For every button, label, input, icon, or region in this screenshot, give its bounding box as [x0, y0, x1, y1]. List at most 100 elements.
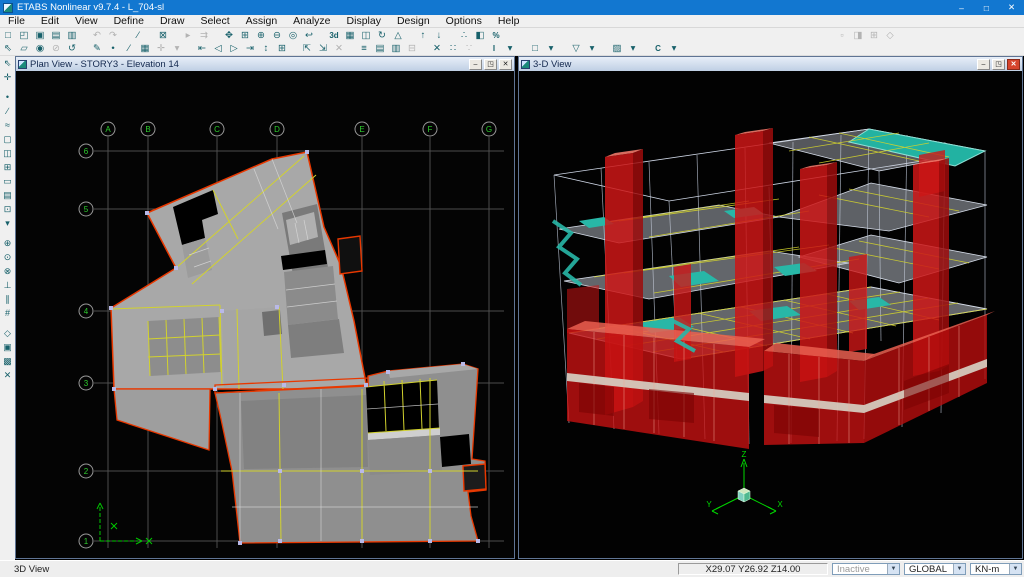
snap-midpoints-toggle[interactable]: ⊙ [1, 250, 15, 264]
quick-draw-wall-tool[interactable]: ▤ [1, 188, 15, 202]
snap-intersections-toggle[interactable]: ⊗ [1, 264, 15, 278]
frame-sections-caret[interactable]: ▾ [502, 42, 518, 55]
three-d-view-canvas[interactable]: Z Y X [519, 71, 1022, 558]
draw-curve-tool[interactable]: ≈ [1, 118, 15, 132]
plan-restore-button[interactable]: ◳ [484, 59, 497, 70]
move-down-in-list-button[interactable]: ↓ [431, 29, 447, 42]
clear-selection-button[interactable]: ⊘ [48, 42, 64, 55]
assign-column-button[interactable]: C [650, 42, 666, 55]
undo-button[interactable]: ↶ [89, 29, 105, 42]
zoom-in-button[interactable]: ⊕ [253, 29, 269, 42]
snap-perpendicular-toggle[interactable]: ⊥ [1, 278, 15, 292]
draw-rect-area-tool[interactable]: ◫ [1, 146, 15, 160]
default-3d-view-button[interactable]: 3d [326, 29, 342, 42]
show-bottom-view-button[interactable]: ⇲ [315, 42, 331, 55]
snap-joints-toggle[interactable]: ⊕ [1, 236, 15, 250]
3d-minimize-button[interactable]: – [977, 59, 990, 70]
draw-areas-button[interactable]: ▦ [137, 42, 153, 55]
plan-view-titlebar[interactable]: Plan View - STORY3 - Elevation 14 – ◳ ✕ [16, 57, 514, 72]
maximize-button[interactable]: □ [974, 0, 999, 15]
menu-item[interactable]: View [67, 15, 106, 27]
get-previous-selection-button[interactable]: ↺ [64, 42, 80, 55]
coordinate-system-dropdown[interactable]: GLOBAL ▼ [904, 563, 966, 575]
extra-tool-button[interactable]: ◇ [882, 29, 898, 42]
close-tables-button[interactable]: ⊟ [404, 42, 420, 55]
redo-button[interactable]: ↷ [105, 29, 121, 42]
previous-zoom-button[interactable]: ↩ [301, 29, 317, 42]
select-all-button[interactable]: ◉ [32, 42, 48, 55]
reshape-tool[interactable]: ✛ [1, 70, 15, 84]
restore-full-view-button[interactable]: ◎ [285, 29, 301, 42]
extra-tool-button[interactable]: ⊞ [866, 29, 882, 42]
close-views-button[interactable]: ✕ [331, 42, 347, 55]
show-output-tables-button[interactable]: ▥ [388, 42, 404, 55]
menu-item[interactable]: Draw [152, 15, 193, 27]
draw-more-tool[interactable]: ▾ [1, 216, 15, 230]
units-dropdown[interactable]: KN-m ▼ [970, 563, 1022, 575]
snap-edge-toggle[interactable]: ◇ [1, 326, 15, 340]
snap-parallel-toggle[interactable]: ∥ [1, 292, 15, 306]
area-sections-caret[interactable]: ▾ [543, 42, 559, 55]
draw-lines-button[interactable]: ∕ [121, 42, 137, 55]
plan-view-button[interactable]: ▦ [342, 29, 358, 42]
rotate-3d-view-button[interactable]: ↻ [374, 29, 390, 42]
menu-item[interactable]: Design [389, 15, 438, 27]
draw-more-button[interactable]: ▾ [169, 42, 185, 55]
pointer-tool[interactable]: ⇖ [1, 56, 15, 70]
shell-caret[interactable]: ▾ [625, 42, 641, 55]
extra-tool-button[interactable]: ▫ [834, 29, 850, 42]
snap-fine-grid-toggle[interactable]: ▣ [1, 340, 15, 354]
extra-tool-button[interactable]: ◨ [850, 29, 866, 42]
menu-item[interactable]: Define [106, 15, 152, 27]
select-poly-button[interactable]: ▱ [16, 42, 32, 55]
print-graphics-button[interactable]: ▤ [48, 29, 64, 42]
menu-item[interactable]: Options [438, 15, 490, 27]
menu-item[interactable]: Assign [238, 15, 286, 27]
draw-frame-tool[interactable]: ∕ [1, 104, 15, 118]
draw-joint-tool[interactable]: • [1, 90, 15, 104]
select-pointer-button[interactable]: ⇖ [0, 42, 16, 55]
zoom-out-button[interactable]: ⊖ [269, 29, 285, 42]
draw-point-button[interactable]: • [105, 42, 121, 55]
close-button[interactable]: ✕ [999, 0, 1024, 15]
snap-points-toggle[interactable]: ▩ [1, 354, 15, 368]
snap-grid-toggle[interactable]: # [1, 306, 15, 320]
three-d-view-titlebar[interactable]: 3-D View – ◳ ✕ [519, 57, 1022, 72]
snap-none-toggle[interactable]: ✕ [1, 368, 15, 382]
assign-frame-sections-button[interactable]: I [486, 42, 502, 55]
elevation-step-button[interactable]: ↕ [258, 42, 274, 55]
draw-area-tool[interactable]: ▢ [1, 132, 15, 146]
new-model-button[interactable]: □ [0, 29, 16, 42]
previous-story-button[interactable]: ⇤ [194, 42, 210, 55]
menu-item[interactable]: Help [490, 15, 528, 27]
move-up-in-list-button[interactable]: ↑ [415, 29, 431, 42]
pan-button[interactable]: ✥ [221, 29, 237, 42]
assign-area-sections-button[interactable]: □ [527, 42, 543, 55]
loads-caret[interactable]: ▾ [584, 42, 600, 55]
3d-close-button[interactable]: ✕ [1007, 59, 1020, 70]
3d-restore-button[interactable]: ◳ [992, 59, 1005, 70]
plan-close-button[interactable]: ✕ [499, 59, 512, 70]
next-story-button[interactable]: ⇥ [242, 42, 258, 55]
print-tables-button[interactable]: ▥ [64, 29, 80, 42]
menu-item[interactable]: File [0, 15, 33, 27]
menu-item[interactable]: Edit [33, 15, 67, 27]
show-labels-button[interactable]: % [488, 29, 504, 42]
show-tables-button[interactable]: ≡ [356, 42, 372, 55]
run-construction-sequence-button[interactable]: ⇉ [196, 29, 212, 42]
move-right-button[interactable]: ▷ [226, 42, 242, 55]
dropdown-caret-icon[interactable]: ▼ [1009, 564, 1021, 574]
edit-pencil-button[interactable]: ∕ [130, 29, 146, 42]
show-top-view-button[interactable]: ⇱ [299, 42, 315, 55]
column-caret[interactable]: ▾ [666, 42, 682, 55]
story-grid-button[interactable]: ⊞ [274, 42, 290, 55]
dropdown-caret-icon[interactable]: ▼ [953, 564, 965, 574]
zoom-window-button[interactable]: ⊞ [237, 29, 253, 42]
delete-button[interactable]: ✕ [429, 42, 445, 55]
run-analysis-button[interactable]: ▸ [180, 29, 196, 42]
elevation-view-button[interactable]: ◫ [358, 29, 374, 42]
quick-draw-button[interactable]: ✛ [153, 42, 169, 55]
open-model-button[interactable]: ◰ [16, 29, 32, 42]
reshape-mode-button[interactable]: ✎ [89, 42, 105, 55]
set-view-options-button[interactable]: ◧ [472, 29, 488, 42]
